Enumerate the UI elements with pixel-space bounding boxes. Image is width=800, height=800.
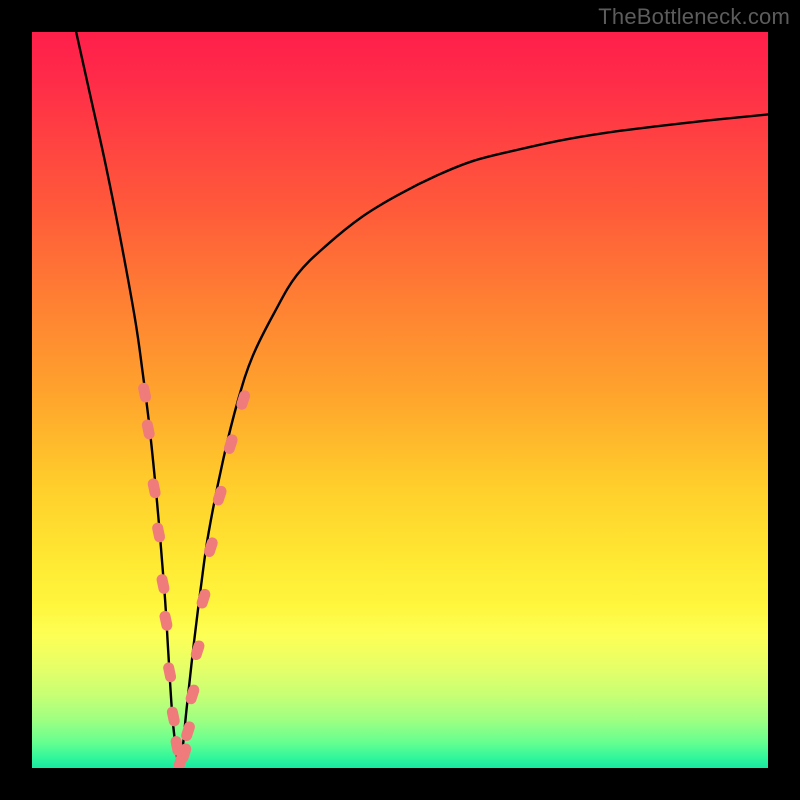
background-gradient [32, 32, 768, 768]
plot-area [32, 32, 768, 768]
chart-frame: TheBottleneck.com [0, 0, 800, 800]
watermark-text: TheBottleneck.com [598, 4, 790, 30]
